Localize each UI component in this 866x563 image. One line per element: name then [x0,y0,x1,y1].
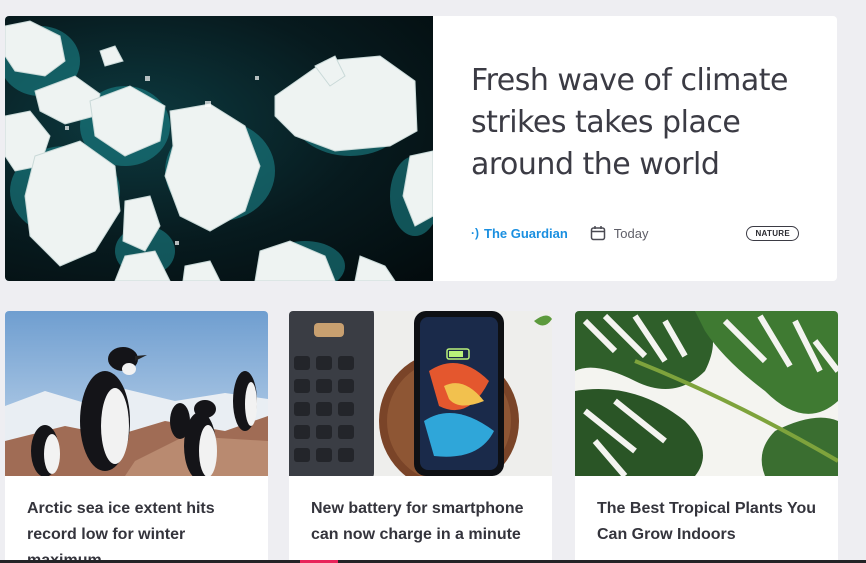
penguins-image [5,311,268,476]
monstera-plant-image [575,311,838,476]
featured-article-card[interactable]: Fresh wave of climate strikes takes plac… [5,16,837,281]
source-link[interactable]: ·) The Guardian [471,226,568,241]
category-badge[interactable]: NATURE [746,225,799,241]
article-card[interactable]: Arctic sea ice extent hits record low fo… [5,311,268,563]
publish-date-label: Today [613,225,649,241]
featured-article-body: Fresh wave of climate strikes takes plac… [433,16,837,281]
publish-date: Today [590,225,649,241]
featured-article-meta: ·) The Guardian Today NATURE [471,225,799,241]
article-title[interactable]: New battery for smartphone can now charg… [289,476,552,548]
article-card[interactable]: New battery for smartphone can now charg… [289,311,552,563]
broadcast-icon: ·) [471,226,479,240]
calendar-icon [590,226,606,241]
article-title[interactable]: The Best Tropical Plants You Can Grow In… [575,476,838,548]
source-name: The Guardian [484,225,568,241]
article-title[interactable]: Arctic sea ice extent hits record low fo… [5,476,268,563]
featured-article-title[interactable]: Fresh wave of climate strikes takes plac… [471,60,801,186]
article-card[interactable]: The Best Tropical Plants You Can Grow In… [575,311,838,563]
phone-charger-image [289,311,552,476]
sea-ice-aerial-image[interactable] [5,16,433,281]
